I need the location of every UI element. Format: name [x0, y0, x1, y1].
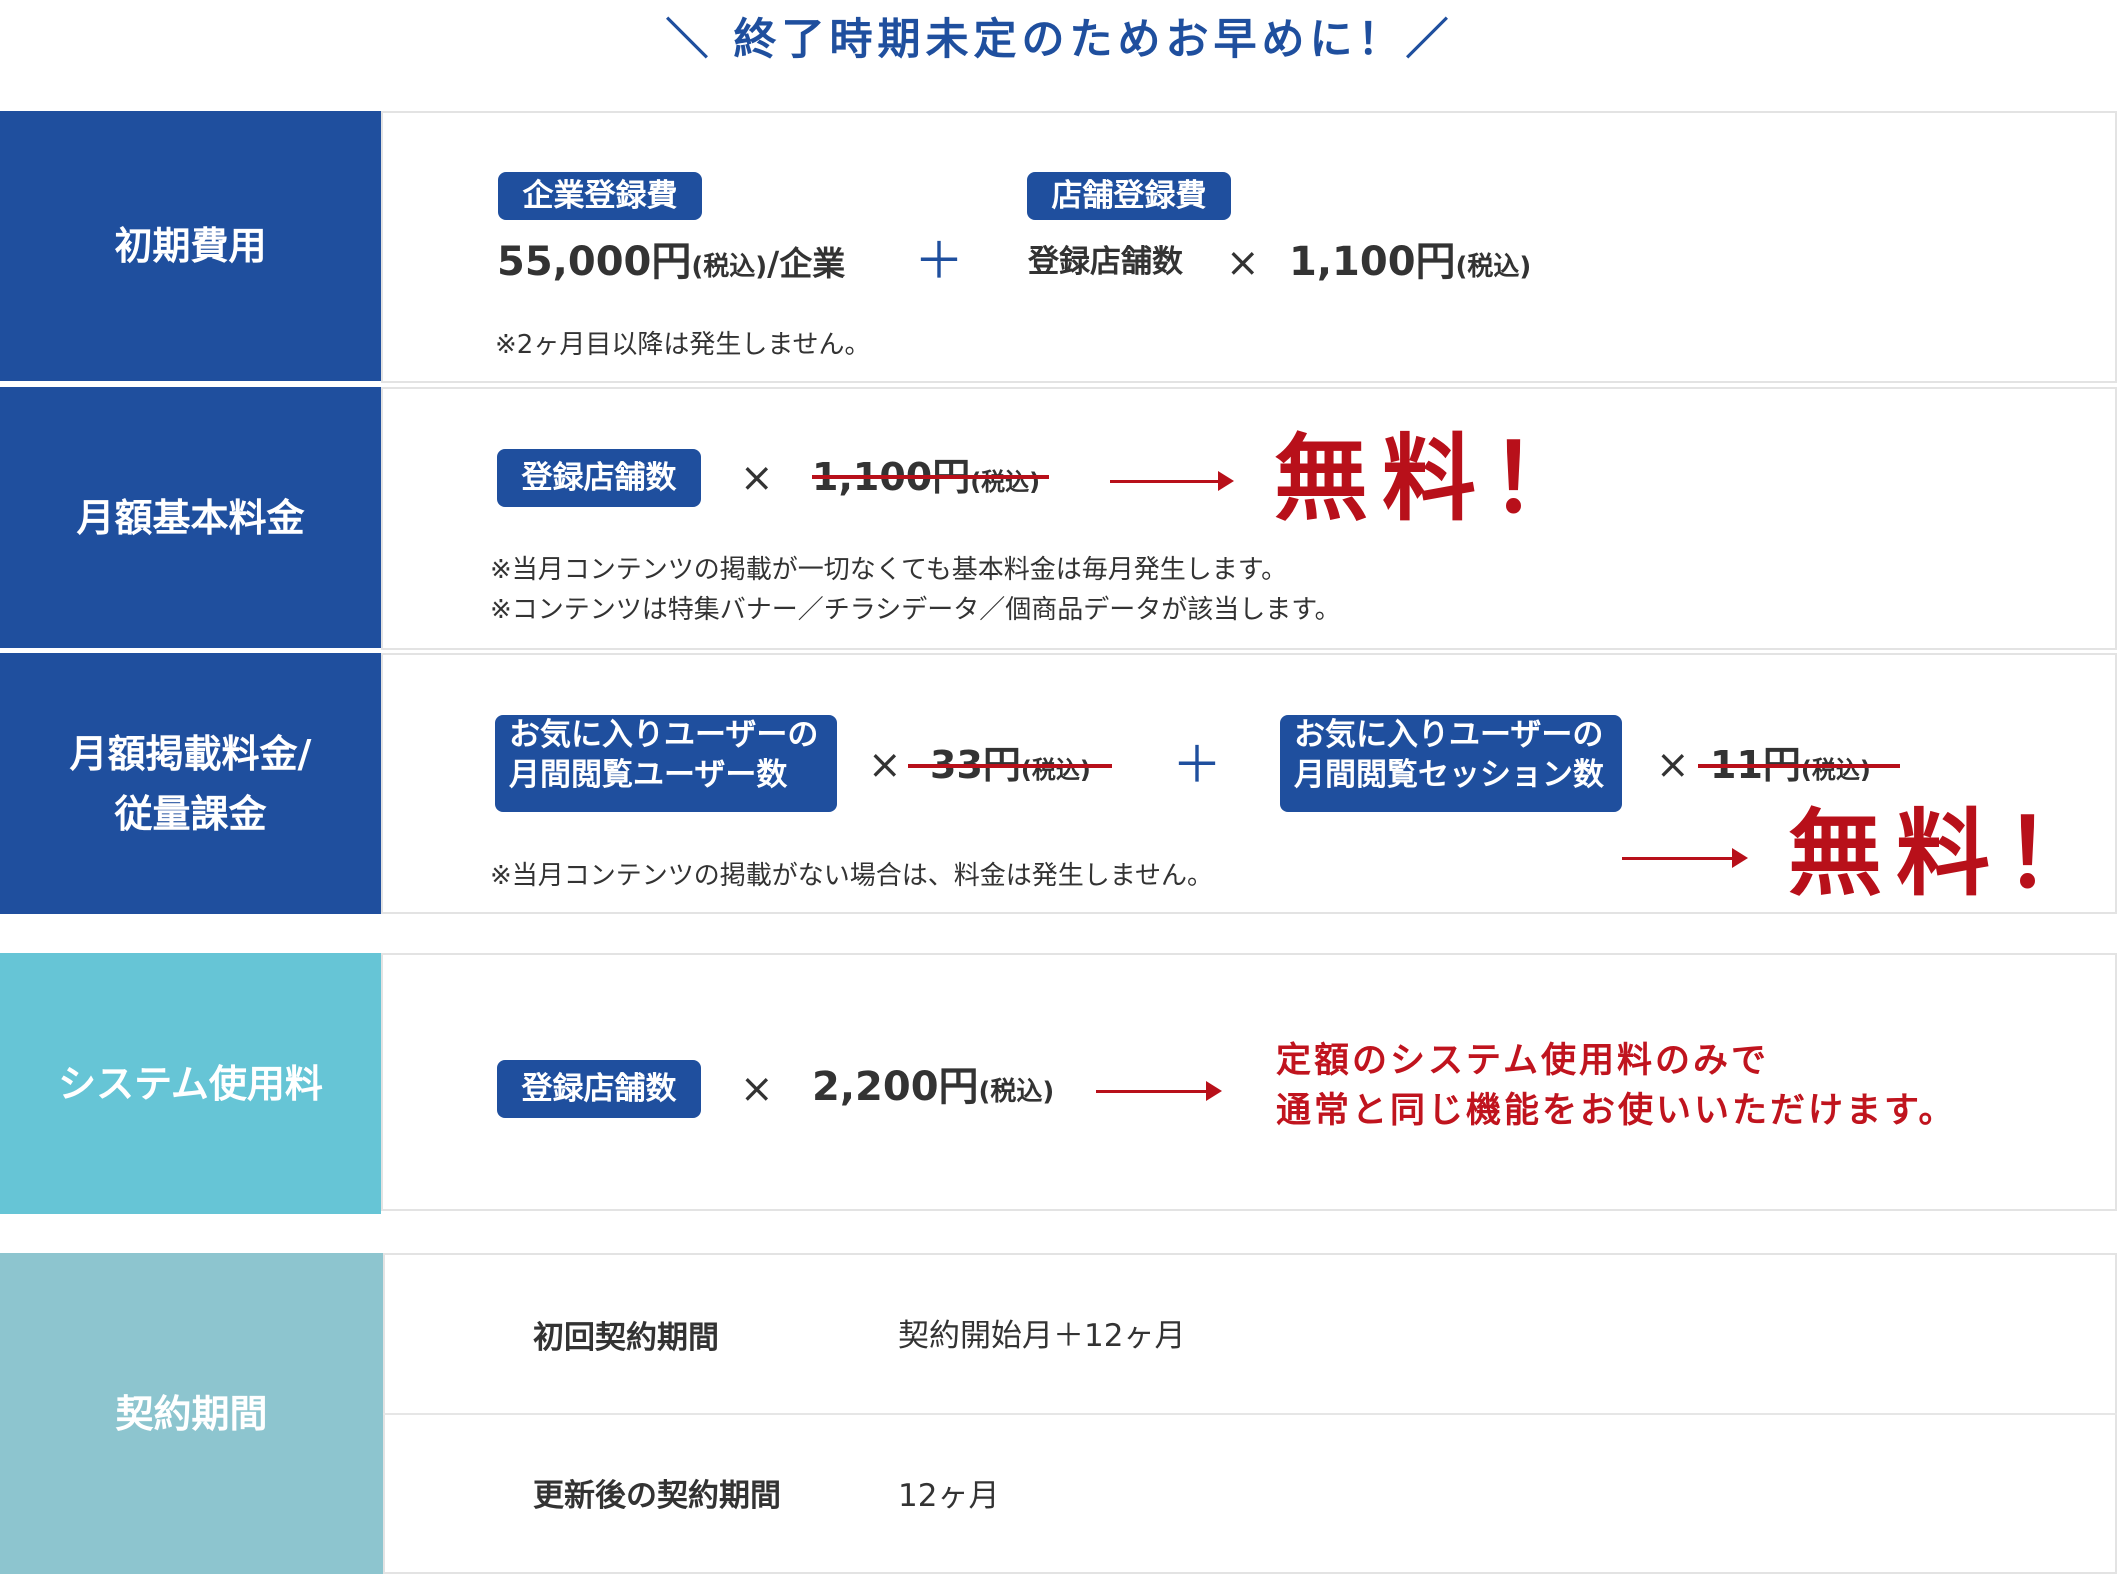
favorite-sessions-badge: お気に入りユーザーの 月間閲覧セッション数: [1280, 715, 1622, 812]
times-icon: ×: [740, 455, 774, 501]
store-price-value: 1,100円: [1289, 239, 1456, 285]
company-price-unit: /企業: [767, 244, 846, 283]
row-label-monthly-listing: 月額掲載料金/ 従量課金: [0, 653, 381, 914]
row-label-listing-line2: 従量課金: [114, 791, 267, 836]
strikethrough-line: [1698, 764, 1900, 768]
contract-divider: [383, 1413, 2117, 1415]
store-price-tax: (税込): [1455, 252, 1532, 282]
times-icon: ×: [740, 1066, 774, 1112]
old-sessions-price-tax: (税込): [1800, 756, 1871, 784]
system-message-line1: 定額のシステム使用料のみで: [1276, 1041, 1769, 1081]
favorite-users-badge: お気に入りユーザーの 月間閲覧ユーザー数: [495, 715, 837, 812]
row-label-contract: 契約期間: [0, 1253, 383, 1574]
old-basic-price-tax: (税込): [970, 468, 1041, 496]
system-store-count-badge: 登録店舗数: [497, 1060, 701, 1118]
basic-note-1: ※当月コンテンツの掲載が一切なくても基本料金は毎月発生します。: [490, 555, 1288, 585]
company-price-tax: (税込): [691, 252, 768, 282]
system-message-line2: 通常と同じ機能をお使いいただけます。: [1276, 1091, 1957, 1131]
store-count-label: 登録店舗数: [1028, 244, 1183, 280]
contract-row-value-renewal: 12ヶ月: [898, 1478, 1000, 1514]
times-icon: ×: [1226, 240, 1260, 286]
arrow-right-icon: [1622, 848, 1748, 868]
row-label-monthly-basic-text: 月額基本料金: [76, 495, 305, 540]
contract-row-value-initial: 契約開始月＋12ヶ月: [898, 1318, 1186, 1354]
initial-note: ※2ヶ月目以降は発生しません。: [495, 330, 871, 360]
system-price: 2,200円(税込): [812, 1062, 1054, 1117]
plus-icon: ＋: [914, 232, 964, 290]
headline: ＼ 終了時期未定のためお早めに！／: [665, 15, 1454, 65]
company-price-value: 55,000円: [497, 239, 692, 285]
company-registration-badge: 企業登録費: [498, 172, 702, 220]
row-label-initial-text: 初期費用: [114, 224, 267, 268]
free-label: 無料！: [1274, 425, 1599, 534]
strikethrough-line: [812, 475, 1049, 479]
row-label-initial: 初期費用: [0, 111, 381, 381]
system-price-value: 2,200円: [812, 1064, 979, 1110]
times-icon: ×: [1656, 742, 1690, 788]
system-price-tax: (税込): [978, 1077, 1055, 1107]
row-label-system-fee-text: システム使用料: [58, 1061, 323, 1106]
plus-icon: ＋: [1172, 736, 1222, 794]
contract-row-name-initial: 初回契約期間: [533, 1320, 719, 1356]
company-price: 55,000円(税込)/企業: [497, 237, 845, 292]
free-label: 無料！: [1788, 800, 2113, 909]
store-registration-badge: 店舗登録費: [1027, 172, 1231, 220]
favorite-sessions-badge-line2: 月間閲覧セッション数: [1294, 757, 1604, 793]
store-count-badge: 登録店舗数: [497, 449, 701, 507]
favorite-sessions-badge-line1: お気に入りユーザーの: [1294, 717, 1604, 753]
arrow-right-icon: [1096, 1081, 1222, 1101]
listing-note: ※当月コンテンツの掲載がない場合は、料金は発生しません。: [490, 861, 1214, 891]
row-label-listing-line1: 月額掲載料金/: [69, 731, 312, 776]
strikethrough-line: [908, 764, 1112, 768]
contract-row-name-renewal: 更新後の契約期間: [533, 1478, 781, 1514]
favorite-users-badge-line1: お気に入りユーザーの: [509, 717, 819, 753]
row-label-system-fee: システム使用料: [0, 953, 381, 1214]
store-price: 1,100円(税込): [1289, 237, 1531, 292]
arrow-right-icon: [1110, 471, 1234, 491]
favorite-users-badge-line2: 月間閲覧ユーザー数: [509, 757, 788, 793]
old-users-price-tax: (税込): [1020, 756, 1091, 784]
row-label-contract-text: 契約期間: [115, 1391, 268, 1436]
times-icon: ×: [868, 742, 902, 788]
old-basic-price: 1,100円(税込): [812, 452, 1040, 507]
basic-note-2: ※コンテンツは特集バナー／チラシデータ／個商品データが該当します。: [490, 595, 1341, 625]
row-label-monthly-basic: 月額基本料金: [0, 387, 381, 648]
